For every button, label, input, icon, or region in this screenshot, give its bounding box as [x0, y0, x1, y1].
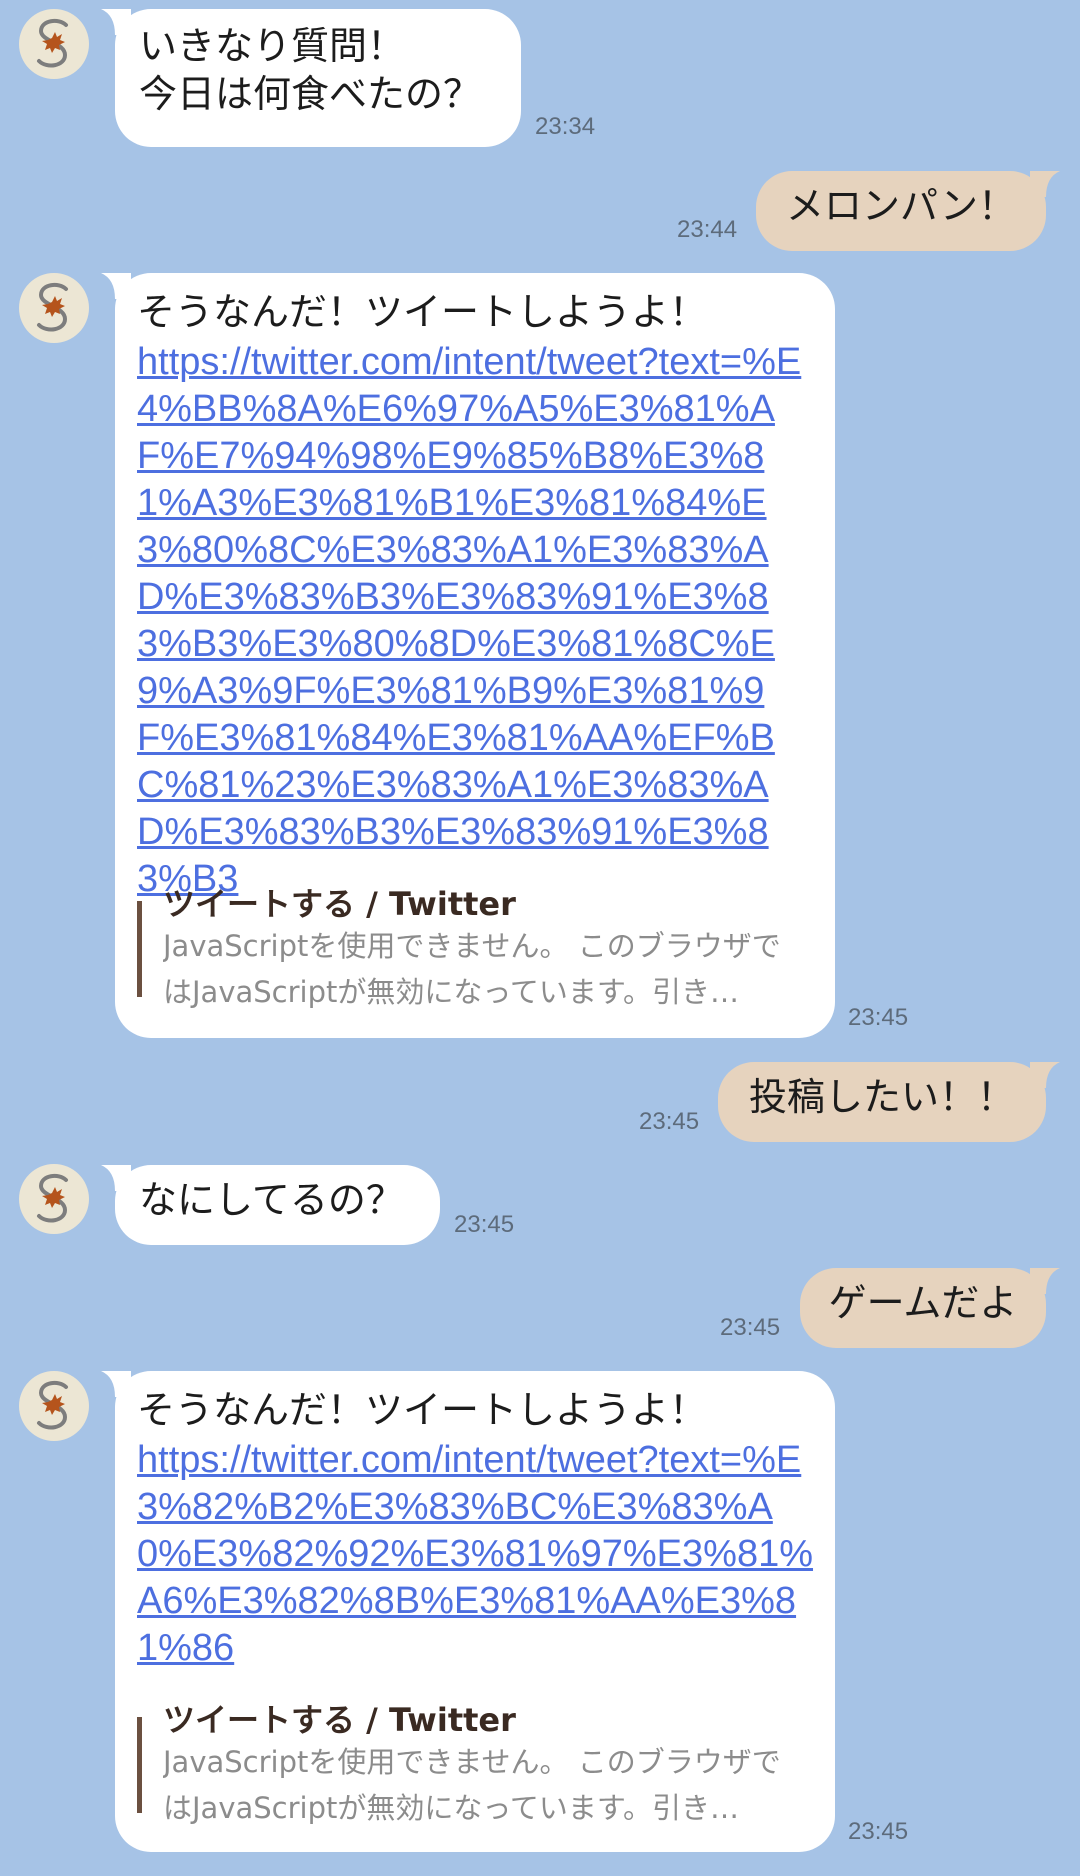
message-time: 23:45 — [454, 1211, 515, 1238]
bubble-tail — [1030, 1062, 1060, 1088]
preview-title: ツイートする / Twitter — [163, 885, 516, 923]
preview-accent-bar — [137, 1717, 142, 1813]
message-bubble-incoming[interactable]: そうなんだ！ツイートしようよ！ https://twitter.com/inte… — [101, 1371, 835, 1852]
message-text: いきなり質問！ 今日は何食べたの？ — [139, 24, 482, 116]
bubble-tail — [101, 1371, 131, 1397]
message-text: そうなんだ！ツイートしようよ！ — [137, 1388, 708, 1432]
message-text: 投稿したい！！ — [748, 1075, 1015, 1119]
preview-description: JavaScriptを使用できません。 このブラウザではJavaScriptが無… — [163, 1745, 781, 1825]
bot-logo-icon — [37, 282, 68, 332]
bubble-tail — [1030, 171, 1060, 197]
tweet-intent-link[interactable]: https://twitter.com/intent/tweet?text=%E… — [137, 339, 817, 903]
bubble-tail — [101, 9, 131, 35]
bot-avatar[interactable] — [19, 1164, 89, 1234]
bot-logo-icon — [37, 1173, 68, 1223]
message-time: 23:45 — [848, 1818, 909, 1845]
message-time: 23:34 — [535, 113, 596, 140]
tweet-intent-link[interactable]: https://twitter.com/intent/tweet?text=%E… — [137, 1437, 817, 1672]
bubble-tail — [101, 273, 131, 299]
bubble-tail — [1030, 1268, 1060, 1294]
bot-avatar[interactable] — [19, 1371, 89, 1441]
preview-accent-bar — [137, 901, 142, 997]
preview-title: ツイートする / Twitter — [163, 1701, 516, 1739]
message-time: 23:44 — [677, 216, 738, 243]
message-bubble-incoming[interactable]: いきなり質問！ 今日は何食べたの？ — [101, 9, 521, 147]
message-bubble-outgoing[interactable]: ゲームだよ — [800, 1268, 1060, 1348]
message-time: 23:45 — [848, 1004, 909, 1031]
bot-logo-icon — [37, 18, 68, 68]
bot-avatar[interactable] — [19, 9, 89, 79]
message-bubble-outgoing[interactable]: 投稿したい！！ — [718, 1062, 1060, 1142]
message-bubble-outgoing[interactable]: メロンパン！ — [756, 171, 1060, 251]
message-text: なにしてるの？ — [139, 1178, 404, 1222]
bot-logo-icon — [37, 1380, 68, 1430]
preview-description: JavaScriptを使用できません。 このブラウザではJavaScriptが無… — [163, 929, 781, 1009]
message-bubble-incoming[interactable]: そうなんだ！ツイートしようよ！ https://twitter.com/inte… — [101, 273, 835, 1038]
message-time: 23:45 — [720, 1314, 781, 1341]
message-text: メロンパン！ — [786, 184, 1016, 228]
message-time: 23:45 — [639, 1108, 700, 1135]
message-text: ゲームだよ — [828, 1281, 1018, 1325]
bot-avatar[interactable] — [19, 273, 89, 343]
message-bubble-incoming[interactable]: なにしてるの？ — [101, 1165, 440, 1245]
bubble-tail — [101, 1165, 131, 1191]
message-text: そうなんだ！ツイートしようよ！ — [137, 290, 708, 334]
